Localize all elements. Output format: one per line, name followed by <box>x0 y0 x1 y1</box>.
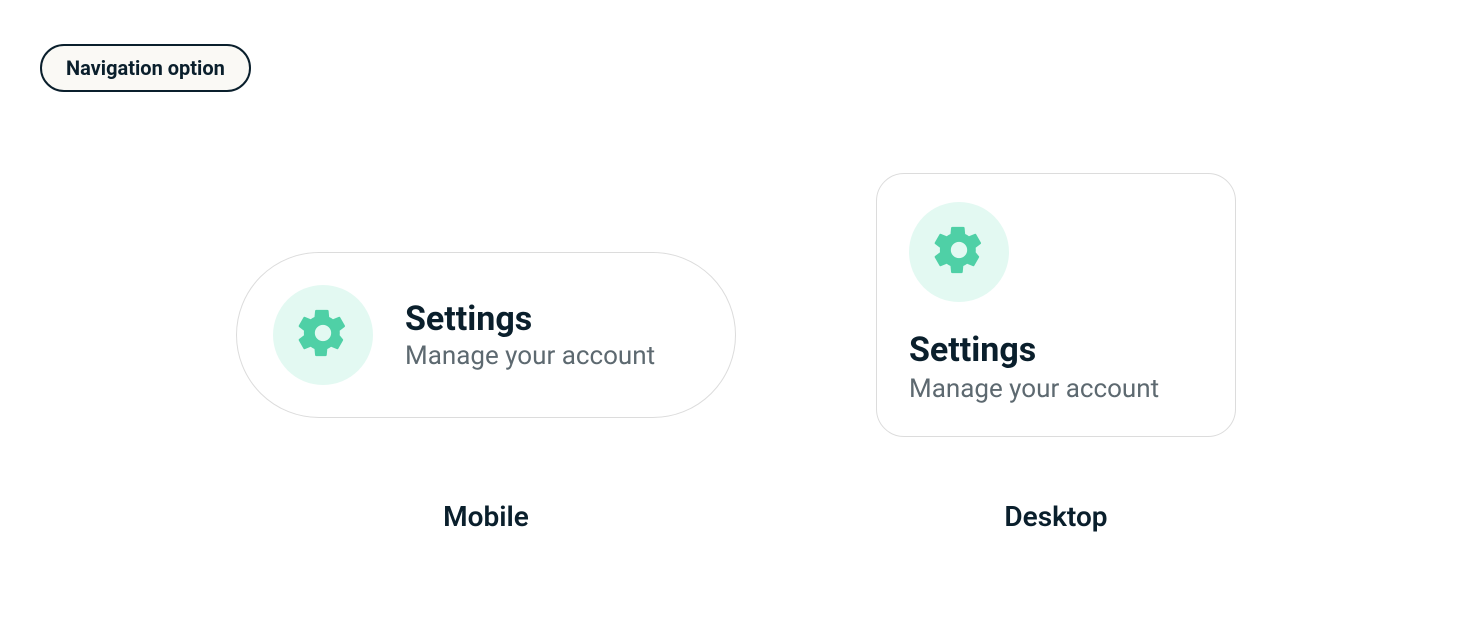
examples-container: Settings Manage your account Mobile Sett… <box>0 160 1472 533</box>
desktop-card-subtitle: Manage your account <box>909 374 1159 404</box>
mobile-card-text: Settings Manage your account <box>405 299 655 372</box>
desktop-nav-card[interactable]: Settings Manage your account <box>876 173 1236 438</box>
desktop-caption: Desktop <box>1004 500 1107 533</box>
mobile-example: Settings Manage your account Mobile <box>236 160 736 533</box>
gear-icon <box>931 222 987 282</box>
mobile-card-wrapper: Settings Manage your account <box>236 160 736 450</box>
mobile-nav-card[interactable]: Settings Manage your account <box>236 252 736 418</box>
mobile-card-subtitle: Manage your account <box>405 341 655 371</box>
nav-option-badge: Navigation option <box>40 44 251 92</box>
gear-icon <box>295 305 351 365</box>
nav-option-badge-label: Navigation option <box>66 56 225 80</box>
desktop-card-wrapper: Settings Manage your account <box>876 160 1236 450</box>
settings-icon-circle <box>273 285 373 385</box>
desktop-card-title: Settings <box>909 330 1036 371</box>
mobile-caption: Mobile <box>443 500 529 533</box>
mobile-card-title: Settings <box>405 299 655 340</box>
settings-icon-circle <box>909 202 1009 302</box>
desktop-example: Settings Manage your account Desktop <box>876 160 1236 533</box>
